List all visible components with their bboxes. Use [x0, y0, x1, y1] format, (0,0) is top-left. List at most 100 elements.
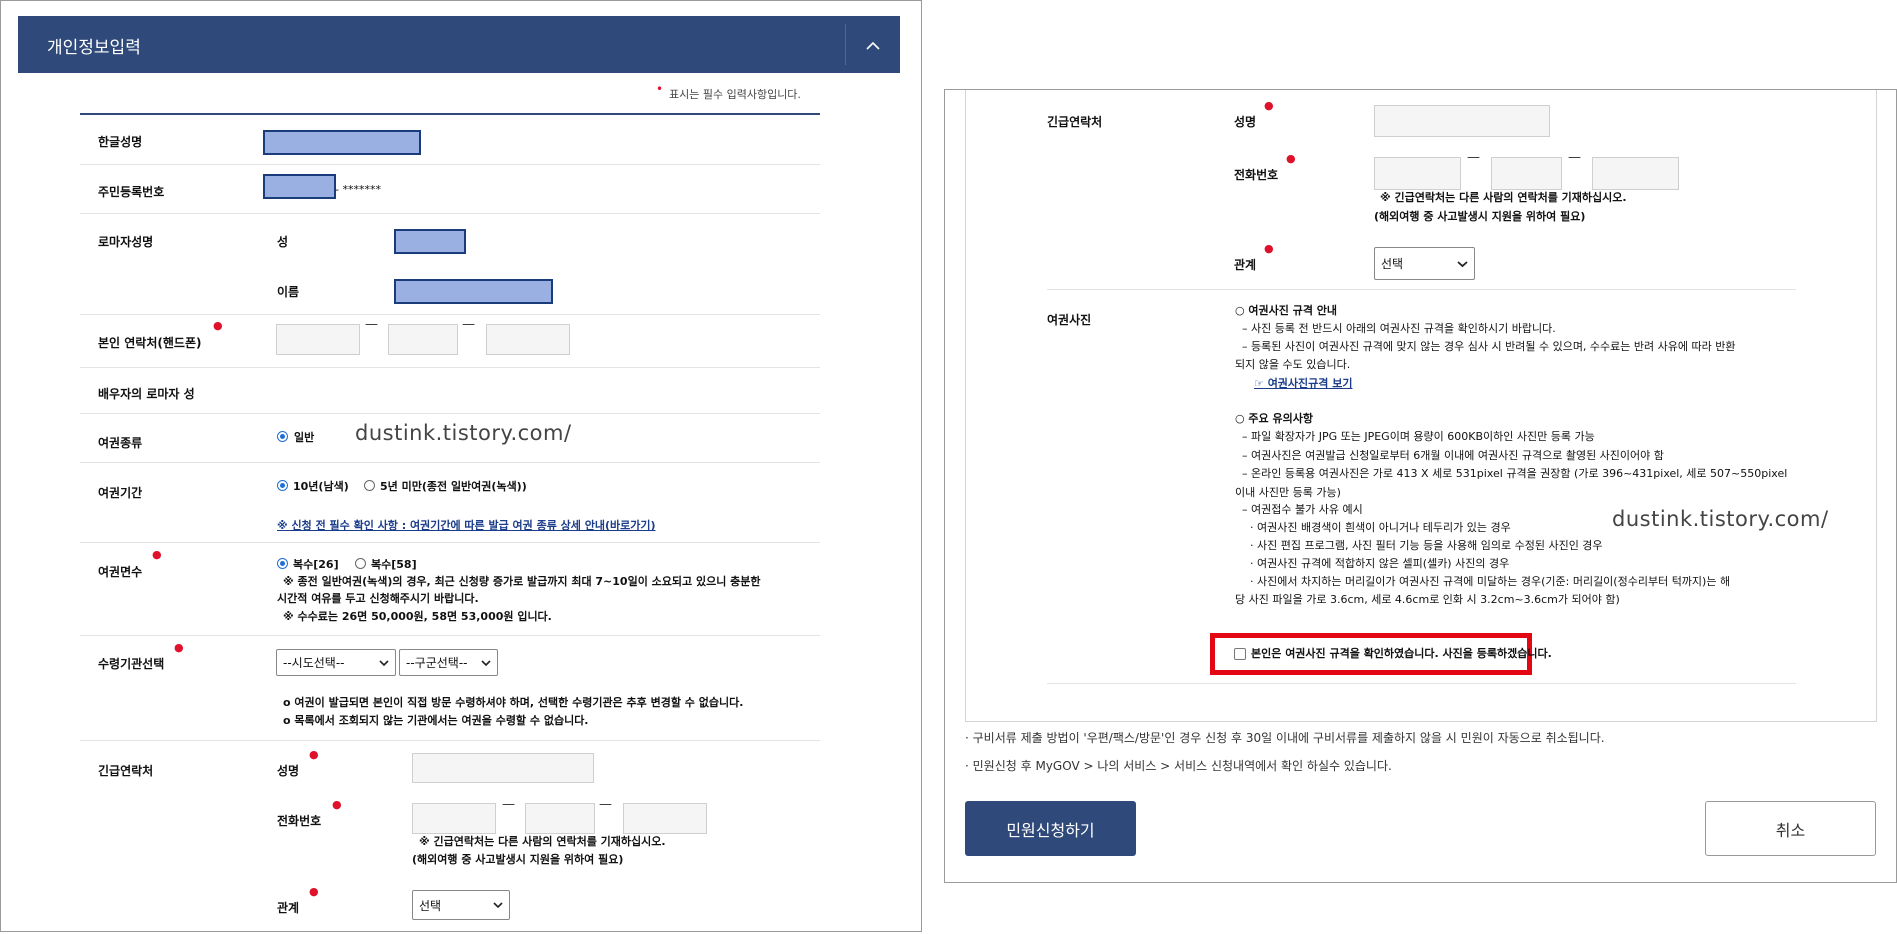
passport-type-general-radio[interactable]: [277, 431, 288, 442]
required-dot: ●: [309, 885, 319, 898]
label-passport-type: 여권종류: [98, 436, 143, 450]
watermark: dustink.tistory.com/: [1612, 507, 1829, 531]
sido-select[interactable]: --시도선택--: [276, 649, 396, 676]
phone-part3-input[interactable]: [486, 324, 570, 355]
gugun-select-value: --구군선택--: [406, 656, 468, 670]
em-relation-select[interactable]: 선택: [412, 890, 510, 920]
required-dot: ●: [309, 748, 319, 761]
gugun-select[interactable]: --구군선택--: [399, 649, 498, 676]
em-name-input[interactable]: [412, 753, 594, 783]
chevron-down-icon: [1457, 260, 1468, 267]
dash: —: [599, 797, 612, 812]
em-phone-part2-input[interactable]: [525, 803, 595, 834]
required-notice: 표시는 필수 입력사항입니다.: [669, 88, 801, 101]
row-divider: [80, 740, 820, 741]
korean-name-input[interactable]: [263, 130, 421, 155]
caution-line-4: 이내 사진만 등록 가능): [1235, 486, 1341, 499]
chevron-down-icon: [493, 902, 503, 909]
row-divider: [80, 635, 820, 636]
period-5y-radio[interactable]: [364, 480, 375, 491]
label-korean-name: 한글성명: [98, 135, 143, 149]
period-5y-label: 5년 미만(종전 일반여권(녹색)): [380, 480, 527, 493]
label-roman-name: 로마자성명: [98, 235, 154, 249]
row-divider: [1047, 289, 1796, 290]
em-phone-part3-input[interactable]: [1592, 157, 1679, 190]
left-panel: 개인정보입력 • 표시는 필수 입력사항입니다. 한글성명 주민등록번호 - *…: [0, 0, 922, 932]
period-detail-link[interactable]: ※ 신청 전 필수 확인 사항 : 여권기간에 따른 발급 여권 종류 상세 안…: [277, 517, 656, 533]
photo-spec-link[interactable]: ☞ 여권사진규격 보기: [1254, 375, 1352, 391]
em-phone-part1-input[interactable]: [412, 803, 496, 834]
em-name-input[interactable]: [1374, 105, 1550, 137]
row-divider: [80, 462, 820, 463]
sido-select-value: --시도선택--: [283, 656, 345, 670]
label-pickup-office: 수령기관선택: [98, 657, 165, 671]
dash: —: [462, 317, 475, 332]
em-note-1: ※ 긴급연락처는 다른 사람의 연락처를 기재하십시오.: [1380, 191, 1627, 204]
photo-confirm-checkbox[interactable]: [1234, 648, 1246, 660]
pages-58-radio[interactable]: [355, 558, 366, 569]
required-dot: ●: [213, 319, 223, 332]
watermark: dustink.tistory.com/: [355, 421, 572, 445]
pages-26-label: 복수[26]: [293, 558, 339, 571]
caution-line-5: – 여권접수 불가 사유 예시: [1242, 503, 1363, 516]
caution-title: ○ 주요 유의사항: [1235, 412, 1313, 425]
caution-line-1: – 파일 확장자가 JPG 또는 JPEG이며 용량이 600KB이하인 사진만…: [1242, 430, 1595, 443]
required-dot: ●: [174, 641, 184, 654]
required-dot: ●: [332, 798, 342, 811]
bullet-docs: · 구비서류 제출 방법이 '우편/팩스/방문'인 경우 신청 후 30일 이내…: [965, 731, 1605, 745]
period-10y-label: 10년(남색): [293, 480, 349, 493]
passport-type-general-label: 일반: [294, 431, 315, 444]
label-passport-period: 여권기간: [98, 486, 143, 500]
em-phone-part1-input[interactable]: [1374, 157, 1461, 190]
caution-line-2: – 여권사진은 여권발급 신청일로부터 6개월 이내에 여권사진 규격으로 촬영…: [1242, 449, 1664, 462]
phone-part2-input[interactable]: [388, 324, 458, 355]
row-divider: [80, 314, 820, 315]
em-relation-select-value: 선택: [1381, 257, 1404, 271]
row-divider: [80, 367, 820, 368]
required-dot: ●: [152, 548, 162, 561]
guide-title: ○ 여권사진 규격 안내: [1235, 304, 1338, 317]
period-10y-radio[interactable]: [277, 480, 288, 491]
row-divider: [80, 213, 820, 214]
dash: —: [1568, 150, 1581, 165]
row-divider: [1047, 683, 1796, 684]
label-spouse-roman: 배우자의 로마자 성: [98, 387, 195, 401]
em-phone-part2-input[interactable]: [1491, 157, 1562, 190]
label-passport-pages: 여권면수: [98, 565, 143, 579]
em-phone-part3-input[interactable]: [623, 803, 707, 834]
caution-line-8: · 여권사진 규격에 적합하지 않은 셀피(셀카) 사진의 경우: [1250, 557, 1510, 570]
caution-line-6: · 여권사진 배경색이 흰색이 아니거나 테두리가 있는 경우: [1250, 521, 1511, 534]
caution-line-9: · 사진에서 차지하는 머리길이가 여권사진 규격에 미달하는 경우(기준: 머…: [1250, 575, 1731, 588]
collapse-button[interactable]: [846, 16, 900, 73]
phone-part1-input[interactable]: [276, 324, 360, 355]
dash: —: [1467, 150, 1480, 165]
roman-given-name-input[interactable]: [394, 279, 553, 304]
guide-line-3: 되지 않을 수도 있습니다.: [1235, 358, 1351, 371]
label-em-phone: 전화번호: [277, 814, 322, 828]
label-em-phone: 전화번호: [1234, 168, 1279, 182]
roman-surname-input[interactable]: [394, 229, 466, 254]
resident-no-input[interactable]: [263, 174, 336, 199]
em-relation-select[interactable]: 선택: [1374, 247, 1475, 280]
bullet-mygov: · 민원신청 후 MyGOV > 나의 서비스 > 서비스 신청내역에서 확인 …: [965, 759, 1392, 773]
label-resident-no: 주민등록번호: [98, 185, 165, 199]
cancel-button[interactable]: 취소: [1705, 801, 1876, 856]
photo-confirm-text: 본인은 여권사진 규격을 확인하였습니다. 사진을 등록하겠습니다.: [1251, 647, 1552, 660]
pages-note-3: ※ 수수료는 26면 50,000원, 58면 53,000원 입니다.: [283, 610, 552, 623]
chevron-down-icon: [379, 659, 389, 666]
label-given-name: 이름: [277, 285, 300, 299]
caution-line-3: – 온라인 등록용 여권사진은 가로 413 X 세로 531pixel 규격을…: [1242, 467, 1788, 480]
guide-line-1: – 사진 등록 전 반드시 아래의 여권사진 규격을 확인하시기 바랍니다.: [1242, 322, 1556, 335]
guide-line-2: – 등록된 사진이 여권사진 규격에 맞지 않는 경우 심사 시 반려될 수 있…: [1242, 340, 1736, 353]
dash: —: [502, 797, 515, 812]
required-dot: ●: [1286, 152, 1296, 165]
submit-button[interactable]: 민원신청하기: [965, 801, 1136, 856]
pickup-note-1: o 여권이 발급되면 본인이 직접 방문 수령하셔야 하며, 선택한 수령기관은…: [283, 696, 744, 709]
label-em-relation: 관계: [277, 901, 300, 915]
resident-mask: - *******: [335, 183, 381, 196]
header-title: 개인정보입력: [47, 38, 141, 58]
pages-58-label: 복수[58]: [371, 558, 417, 571]
label-surname: 성: [277, 235, 289, 249]
required-dot: •: [656, 82, 664, 96]
pages-26-radio[interactable]: [277, 558, 288, 569]
